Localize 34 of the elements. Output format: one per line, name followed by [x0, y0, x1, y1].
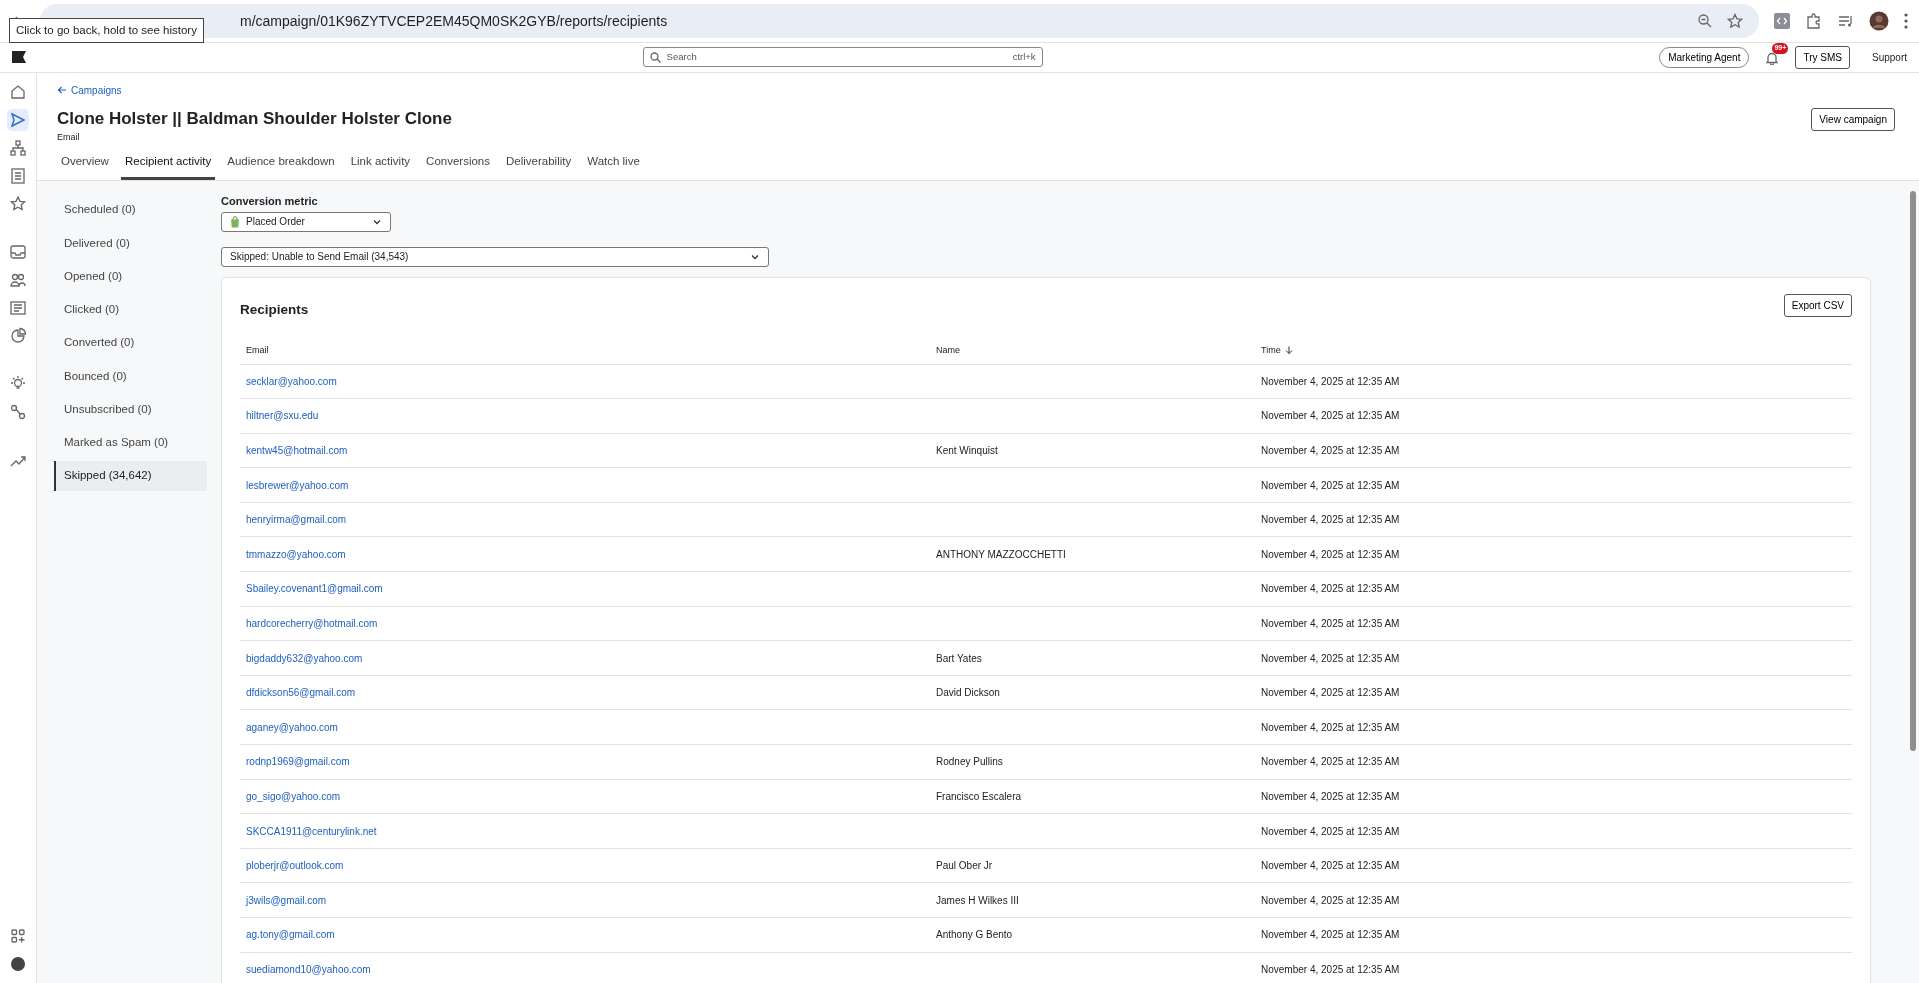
name-cell: Kent Winquist	[936, 445, 998, 456]
time-cell-text: November 4, 2025 at 12:35 AM	[1261, 409, 1400, 424]
name-cell: ANTHONY MAZZOCCHETTI	[936, 548, 1066, 560]
time-cell-text: November 4, 2025 at 12:35 AM	[1261, 513, 1400, 528]
time-cell-text: November 4, 2025 at 12:35 AM	[1261, 893, 1400, 908]
time-cell-text: November 4, 2025 at 12:35 AM	[1261, 824, 1400, 839]
tooltip: Click to go back, hold to see history	[9, 18, 204, 44]
time-cell-text: November 4, 2025 at 12:35 AM	[1261, 582, 1400, 597]
subtitle: Email	[57, 130, 81, 144]
time-cell-text: November 4, 2025 at 12:35 AM	[1261, 789, 1400, 804]
name-cell: Francisco Escalera	[936, 790, 1022, 802]
name-cell: Bart Yates	[936, 652, 982, 664]
card-title: Recipients	[240, 300, 309, 319]
time-cell-text: November 4, 2025 at 12:35 AM	[1261, 547, 1400, 562]
name-cell: James H Wilkes III	[936, 894, 1019, 906]
time-cell-text: November 4, 2025 at 12:35 AM	[1261, 859, 1400, 874]
time-cell-text: November 4, 2025 at 12:35 AM	[1261, 478, 1400, 493]
name-cell: Rodney Pullins	[936, 756, 1003, 768]
name-cell: Paul Ober Jr	[936, 860, 993, 872]
name-cell: David Dickson	[936, 687, 1000, 699]
time-cell-text: November 4, 2025 at 12:35 AM	[1261, 686, 1400, 701]
time-cell-text: November 4, 2025 at 12:35 AM	[1261, 616, 1400, 631]
page-title: Clone Holster || Baldman Shoulder Holster Clone	[57, 108, 452, 130]
time-cell-text: November 4, 2025 at 12:35 AM	[1261, 651, 1400, 666]
time-cell-text: November 4, 2025 at 12:35 AM	[1261, 720, 1400, 735]
time-cell-text: November 4, 2025 at 12:35 AM	[1261, 444, 1400, 458]
name-cell: Anthony G Bento	[936, 929, 1013, 941]
shortcut-hint: ctrl+k	[1012, 50, 1036, 65]
time-cell-text: November 4, 2025 at 12:35 AM	[1261, 755, 1400, 770]
time-cell-text: November 4, 2025 at 12:35 AM	[1261, 962, 1400, 977]
url-text: m/campaign/01K96ZYTVCEP2EM45QM0SK2GYB/reports/recipients	[240, 11, 668, 31]
field-label: Conversion metric	[221, 194, 319, 210]
time-cell-text: November 4, 2025 at 12:35 AM	[1261, 928, 1400, 943]
time-cell-text: November 4, 2025 at 12:35 AM	[1261, 374, 1400, 389]
